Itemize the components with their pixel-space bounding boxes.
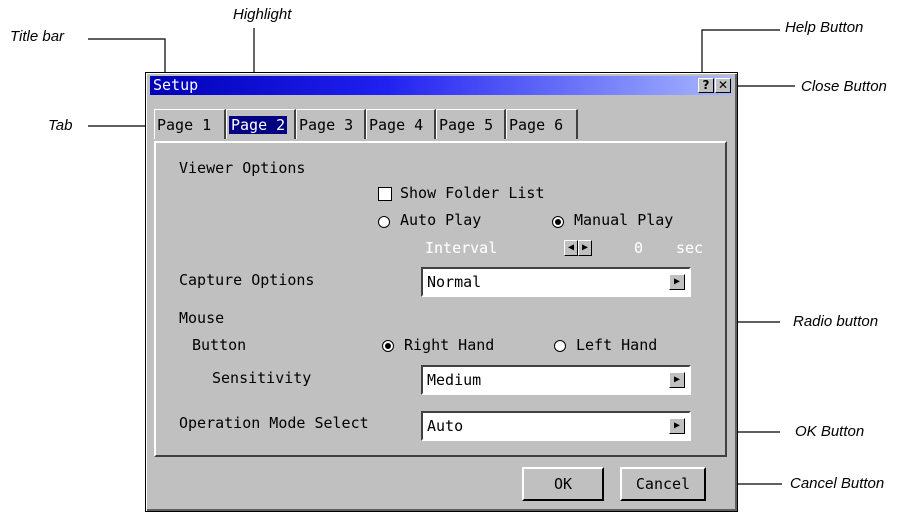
tab-page-1[interactable]: Page 1 bbox=[154, 109, 226, 139]
dropdown-arrow-icon[interactable]: ▶ bbox=[669, 418, 685, 434]
tab-label-highlight: Page 2 bbox=[229, 116, 288, 134]
right-hand-radio[interactable] bbox=[382, 340, 394, 352]
operation-mode-value: Auto bbox=[427, 417, 464, 435]
close-button[interactable]: ✕ bbox=[715, 78, 731, 93]
interval-unit: sec bbox=[676, 239, 704, 257]
tab-label: Page 1 bbox=[157, 116, 212, 134]
arrow-right-icon: ▶ bbox=[581, 242, 589, 253]
left-hand-radio[interactable] bbox=[554, 340, 566, 352]
operation-mode-label: Operation Mode Select bbox=[179, 414, 369, 432]
capture-options-value: Normal bbox=[427, 273, 482, 291]
auto-play-radio[interactable] bbox=[378, 216, 390, 228]
mouse-button-label: Button bbox=[192, 336, 247, 354]
dropdown-arrow-icon[interactable]: ▶ bbox=[669, 274, 685, 290]
show-folder-list-checkbox[interactable] bbox=[378, 187, 392, 201]
callout-tab: Tab bbox=[48, 117, 73, 134]
callout-close-button: Close Button bbox=[801, 78, 887, 95]
callout-ok-button: OK Button bbox=[795, 423, 865, 440]
interval-increase-button[interactable]: ▶ bbox=[578, 240, 592, 256]
callout-title-bar: Title bar bbox=[10, 28, 65, 45]
callout-highlight: Highlight bbox=[233, 6, 292, 23]
callout-help-button: Help Button bbox=[785, 19, 864, 36]
interval-label: Interval bbox=[425, 239, 498, 257]
help-icon: ? bbox=[702, 78, 710, 92]
tab-page-4[interactable]: Page 4 bbox=[366, 109, 436, 139]
ok-button[interactable]: OK bbox=[522, 467, 604, 501]
tab-page-5[interactable]: Page 5 bbox=[436, 109, 506, 139]
show-folder-list-label[interactable]: Show Folder List bbox=[400, 184, 545, 202]
manual-play-label[interactable]: Manual Play bbox=[574, 211, 673, 229]
tab-page-3[interactable]: Page 3 bbox=[296, 109, 366, 139]
arrow-left-icon: ◀ bbox=[567, 242, 575, 253]
title-bar[interactable]: Setup ? ✕ bbox=[150, 76, 732, 95]
right-hand-label[interactable]: Right Hand bbox=[404, 336, 494, 354]
sensitivity-select[interactable]: Medium ▶ bbox=[421, 365, 691, 395]
setup-dialog: Setup ? ✕ Page 1 Page 2 Page 3 Page 4 Pa… bbox=[145, 72, 738, 512]
mouse-heading: Mouse bbox=[179, 309, 225, 327]
sensitivity-label: Sensitivity bbox=[212, 369, 312, 387]
tab-page-6[interactable]: Page 6 bbox=[506, 109, 578, 139]
interval-decrease-button[interactable]: ◀ bbox=[564, 240, 578, 256]
tab-page-2[interactable]: Page 2 bbox=[226, 109, 296, 139]
dropdown-arrow-icon[interactable]: ▶ bbox=[669, 372, 685, 388]
close-icon: ✕ bbox=[717, 78, 729, 92]
manual-play-radio[interactable] bbox=[552, 216, 564, 228]
tab-label: Page 6 bbox=[509, 116, 564, 134]
operation-mode-select[interactable]: Auto ▶ bbox=[421, 411, 691, 441]
tab-label: Page 4 bbox=[369, 116, 424, 134]
auto-play-label[interactable]: Auto Play bbox=[400, 211, 481, 229]
interval-value: 0 bbox=[634, 239, 644, 257]
sensitivity-value: Medium bbox=[427, 371, 482, 389]
callout-radio-button: Radio button bbox=[793, 313, 879, 330]
dialog-title: Setup bbox=[153, 76, 199, 94]
cancel-button[interactable]: Cancel bbox=[620, 467, 706, 501]
tab-label: Page 5 bbox=[439, 116, 494, 134]
left-hand-label[interactable]: Left Hand bbox=[576, 336, 657, 354]
capture-options-select[interactable]: Normal ▶ bbox=[421, 267, 691, 297]
tab-label: Page 3 bbox=[299, 116, 354, 134]
callout-cancel-button: Cancel Button bbox=[790, 475, 885, 492]
help-button[interactable]: ? bbox=[698, 78, 714, 93]
capture-options-label: Capture Options bbox=[179, 271, 315, 289]
viewer-options-heading: Viewer Options bbox=[179, 159, 306, 177]
